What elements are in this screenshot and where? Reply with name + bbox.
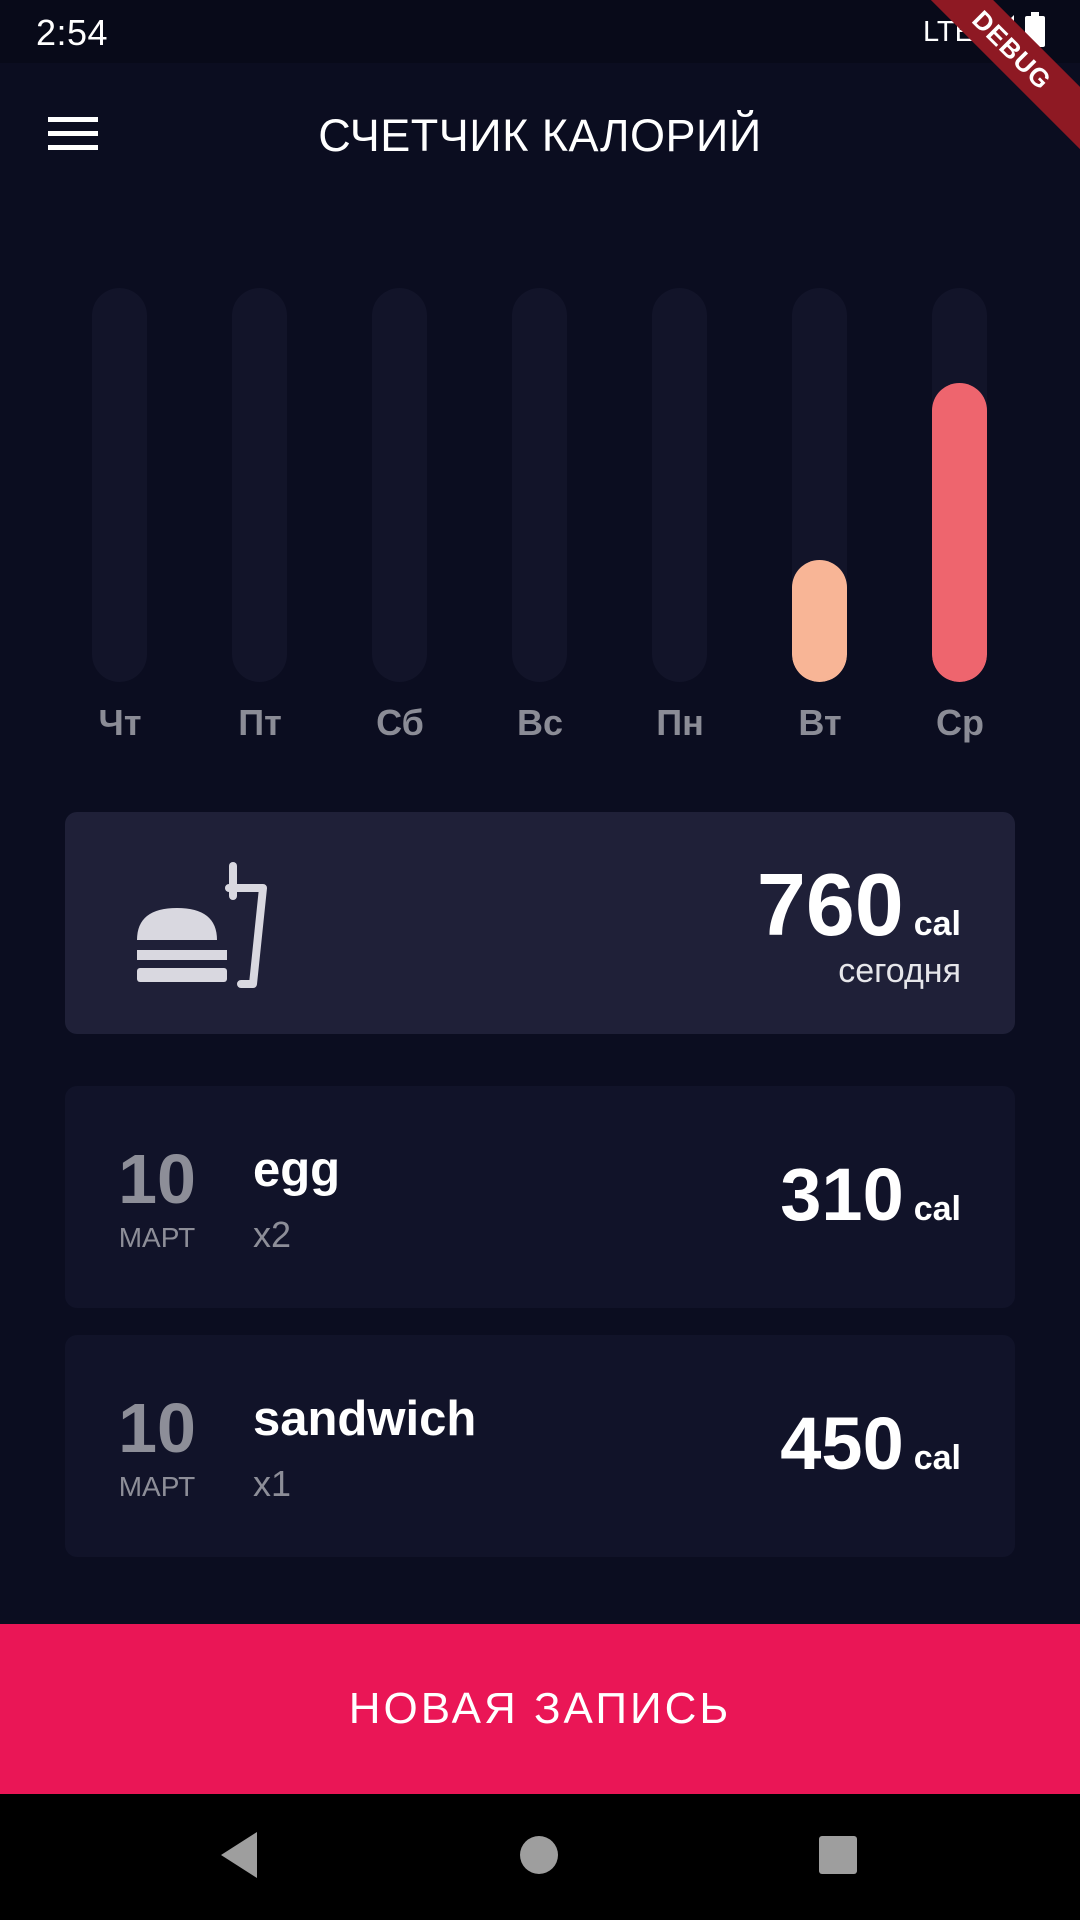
today-calories: 760 cal (757, 854, 961, 956)
entry-calories-unit: cal (913, 1190, 961, 1228)
chart-day-label: Сб (376, 702, 424, 743)
entry-card[interactable]: 10 МАРТ sandwich x1 450 cal (65, 1335, 1015, 1557)
chart-bar-track (512, 288, 567, 682)
chart-bar-track (792, 288, 847, 682)
chart-bar-track (232, 288, 287, 682)
chart-bar-column: Пн (610, 288, 750, 748)
chart-day-label: Пт (238, 702, 282, 743)
chart-bar-track (932, 288, 987, 682)
entry-quantity: x2 (253, 1214, 292, 1255)
chart-bar-track (372, 288, 427, 682)
chart-bar-column: Сб (330, 288, 470, 748)
chart-bar-column: Ср (890, 288, 1030, 748)
chart-day-label: Ср (936, 702, 984, 743)
back-triangle-icon (217, 1830, 261, 1885)
chart-bar-column: Чт (50, 288, 190, 748)
chart-bar (932, 383, 987, 682)
entry-month: МАРТ (118, 1222, 196, 1253)
app-bar: СЧЕТЧИК КАЛОРИЙ (0, 63, 1080, 209)
page-title: СЧЕТЧИК КАЛОРИЙ (318, 110, 762, 161)
chart-bar (792, 560, 847, 682)
entry-calories-value: 450 (780, 1402, 904, 1485)
chart-day-label: Пн (656, 702, 704, 743)
fast-food-icon (133, 856, 273, 996)
today-calories-unit: cal (913, 905, 961, 943)
entry-day: 10 (118, 1140, 196, 1218)
entry-quantity: x1 (253, 1463, 292, 1504)
chart-day-label: Вт (798, 702, 842, 743)
nav-recents-button[interactable] (805, 1824, 871, 1890)
entry-calories: 310 cal (780, 1152, 961, 1237)
chart-bar-column: Пт (190, 288, 330, 748)
chart-bar-column: Вт (750, 288, 890, 748)
nav-home-button[interactable] (506, 1824, 572, 1890)
chart-day-label: Чт (98, 702, 142, 743)
home-circle-icon (519, 1835, 559, 1880)
status-bar: 2:54 LTE DEBUG (0, 0, 1080, 158)
entry-month: МАРТ (118, 1471, 196, 1502)
nav-back-button[interactable] (206, 1824, 272, 1890)
chart-bar-track (652, 288, 707, 682)
entry-food-name: sandwich (253, 1392, 477, 1446)
chart-day-label: Вс (516, 702, 564, 743)
status-time: 2:54 (36, 12, 109, 53)
app-screen: 2:54 LTE DEBUG СЧЕТЧИК КАЛОРИЙ Чт Пт Сб … (0, 0, 1080, 1920)
chart-bar-column: Вс (470, 288, 610, 748)
today-calories-value: 760 (756, 855, 904, 954)
weekly-calorie-chart: Чт Пт Сб Вс Пн Вт Ср (0, 288, 1080, 748)
entry-food-name: egg (253, 1143, 341, 1197)
recents-square-icon (818, 1835, 858, 1880)
entry-calories: 450 cal (780, 1401, 961, 1486)
system-nav-bar (0, 1794, 1080, 1920)
entry-card[interactable]: 10 МАРТ egg x2 310 cal (65, 1086, 1015, 1308)
new-entry-button[interactable]: НОВАЯ ЗАПИСЬ (0, 1624, 1080, 1794)
entry-calories-value: 310 (780, 1153, 904, 1236)
chart-bar-track (92, 288, 147, 682)
entry-day: 10 (118, 1389, 196, 1467)
today-label: сегодня (838, 952, 961, 990)
entry-calories-unit: cal (913, 1439, 961, 1477)
today-summary-card: 760 cal сегодня (65, 812, 1015, 1034)
